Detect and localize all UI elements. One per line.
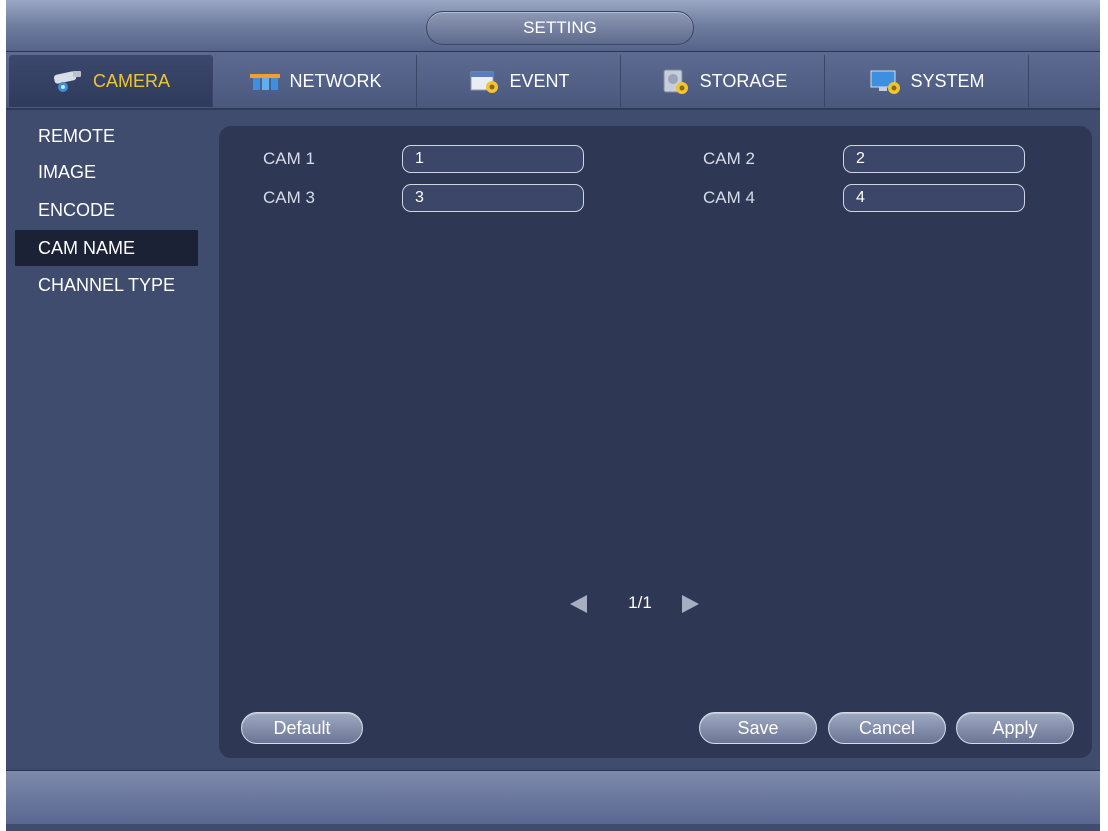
cam-4-name-input[interactable] — [843, 184, 1025, 212]
save-button[interactable]: Save — [699, 712, 817, 744]
cam-3-name-input[interactable] — [402, 184, 584, 212]
status-bar — [6, 770, 1100, 824]
apply-button[interactable]: Apply — [956, 712, 1074, 744]
tab-storage[interactable]: STORAGE — [621, 55, 825, 107]
sidebar-item-encode[interactable]: ENCODE — [15, 192, 198, 228]
cancel-button[interactable]: Cancel — [828, 712, 946, 744]
prev-page-arrow-icon[interactable] — [570, 595, 587, 613]
network-icon — [248, 68, 282, 94]
sidebar-item-image[interactable]: IMAGE — [15, 154, 198, 190]
tab-label: CAMERA — [92, 70, 170, 91]
title-bar: SETTING — [6, 0, 1100, 52]
tab-system[interactable]: SYSTEM — [825, 55, 1029, 107]
tab-label: STORAGE — [699, 70, 788, 91]
window-title: SETTING — [426, 11, 694, 45]
tab-label: EVENT — [509, 70, 570, 91]
sidebar-item-channel-type[interactable]: CHANNEL TYPE — [15, 267, 198, 303]
sidebar-item-remote[interactable]: REMOTE — [15, 118, 198, 154]
event-icon — [467, 68, 501, 94]
tab-bar: CAMERA NETWORK EVENT STORAGE SYSTEM — [6, 52, 1100, 110]
cam-3-label: CAM 3 — [263, 188, 315, 207]
cam-2-name-input[interactable] — [843, 145, 1025, 173]
tab-network[interactable]: NETWORK — [213, 55, 417, 107]
cam-4-label: CAM 4 — [703, 188, 755, 207]
sidebar: REMOTE IMAGE ENCODE CAM NAME CHANNEL TYP… — [6, 112, 212, 767]
storage-icon — [658, 68, 692, 94]
pager: 1/1 — [567, 588, 707, 618]
cam-name-panel: CAM 1 CAM 2 CAM 3 CAM 4 1/1 Default Save… — [219, 126, 1092, 758]
next-page-arrow-icon[interactable] — [682, 595, 699, 613]
tab-camera[interactable]: CAMERA — [9, 55, 213, 107]
cam-2-label: CAM 2 — [703, 149, 755, 168]
tab-event[interactable]: EVENT — [417, 55, 621, 107]
tab-label: NETWORK — [289, 70, 382, 91]
tab-label: SYSTEM — [910, 70, 985, 91]
cam-1-name-input[interactable] — [402, 145, 584, 173]
system-icon — [868, 68, 902, 94]
cam-1-label: CAM 1 — [263, 149, 315, 168]
sidebar-item-cam-name[interactable]: CAM NAME — [15, 230, 198, 266]
page-indicator: 1/1 — [628, 593, 652, 612]
settings-window: SETTING CAMERA NETWORK EVENT STORAGE SYS… — [6, 0, 1100, 831]
camera-icon — [51, 68, 85, 94]
default-button[interactable]: Default — [241, 712, 363, 744]
